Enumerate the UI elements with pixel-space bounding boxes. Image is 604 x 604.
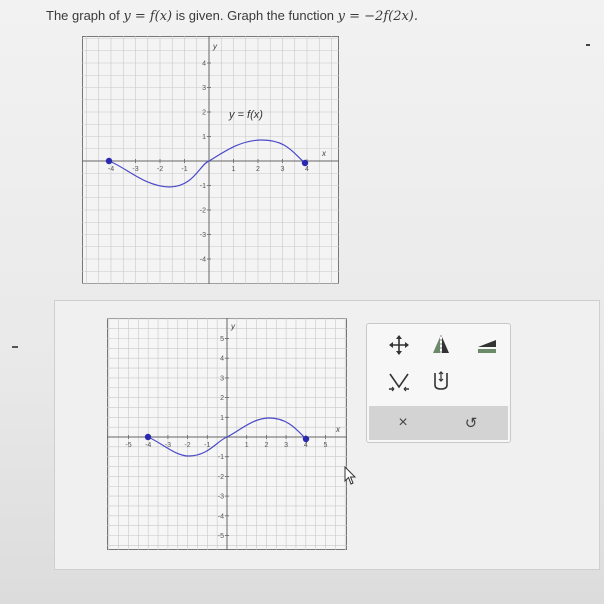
x-tick-label: -4 [108,166,114,173]
y-tick-label: -3 [218,494,224,501]
y-tick-label: -2 [218,474,224,481]
x-tick-label: 2 [264,442,268,449]
x-tick-label: -4 [145,442,151,449]
undo-button[interactable]: ↺ [455,410,487,436]
y-tick-label: 1 [202,134,206,141]
graph-toolbar: × ↺ [366,323,511,443]
given-graph: -4 -3 -2 -1 1 2 3 44321-1-2-3-4 x y y = f(x) [82,36,339,284]
endpoint-right [301,159,309,167]
x-tick-label: 1 [245,442,249,449]
given-equation: y = f(x) [123,9,173,24]
answer-graph[interactable]: -5 -4 -3 -2 -1 1 2 3 4 554321-1-2-3-4-5 x y [107,318,347,550]
move-tool-button[interactable] [383,332,415,358]
x-tick-label: -2 [157,166,163,173]
compress-tool-button[interactable] [383,368,415,394]
y-tick-label: -3 [200,232,206,239]
y-tick-label: -1 [200,183,206,190]
stretch-icon [478,340,496,353]
side-marker [12,346,18,348]
y-tick-label: 2 [202,110,206,117]
y-tick-label: -4 [218,513,224,520]
y-tick-label: 3 [202,85,206,92]
x-tick-label: -5 [125,442,131,449]
target-equation: y = −2f(2x). [337,9,419,24]
y-tick-label: 3 [220,375,224,382]
delete-button[interactable]: × [387,410,419,436]
toolbar-actions: × ↺ [369,406,508,440]
y-tick-label: 5 [220,336,224,343]
x-tick-label: -3 [132,166,138,173]
x-tick-label: 4 [304,442,308,449]
y-tick-label: 1 [220,415,224,422]
expand-tool-button[interactable] [425,368,457,394]
x-tick-label: 3 [284,442,288,449]
mouse-cursor-icon [344,466,357,485]
expand-icon [434,371,448,390]
move-icon [389,335,409,355]
x-tick-label: 1 [232,166,236,173]
endpoint-right[interactable] [302,435,310,443]
page: The graph of y = f(x) is given. Graph th… [0,0,604,604]
x-tick-label: 2 [256,166,260,173]
x-tick-label: 3 [281,166,285,173]
stretch-tool-button[interactable] [471,332,503,358]
y-tick-label: -2 [200,208,206,215]
x-tick-label: 4 [305,166,309,173]
x-tick-label: 5 [324,442,328,449]
question-prefix: The graph of [46,8,120,23]
scroll-marker [586,44,590,46]
x-tick-label: -1 [181,166,187,173]
reflect-icon [433,335,449,355]
endpoint-left[interactable] [144,433,152,441]
y-tick-label: 2 [220,395,224,402]
question-middle: is given. Graph the function [175,8,335,23]
curve-label: y = f(x) [228,109,263,121]
compress-icon [389,373,409,392]
endpoint-left [105,157,113,165]
y-tick-label: 4 [202,61,206,68]
x-tick-label: -2 [184,442,190,449]
y-tick-label: 4 [220,356,224,363]
x-tick-label: -1 [204,442,210,449]
reflect-tool-button[interactable] [425,332,457,358]
question-text: The graph of y = f(x) is given. Graph th… [46,8,418,24]
y-tick-label: -5 [218,533,224,540]
y-tick-label: -4 [200,257,206,264]
y-tick-label: -1 [218,454,224,461]
